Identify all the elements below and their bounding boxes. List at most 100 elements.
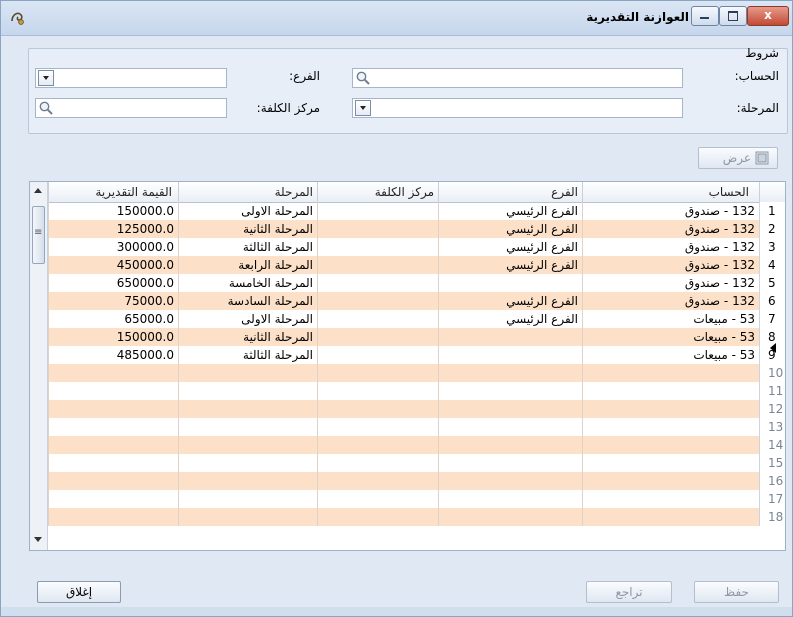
cell-stage[interactable]: المرحلة الاولى <box>178 202 317 220</box>
row-number[interactable]: 1 <box>759 202 785 220</box>
col-header-account[interactable]: الحساب <box>582 182 759 202</box>
cell-branch[interactable] <box>438 508 582 526</box>
cell-branch[interactable]: الفرع الرئيسي <box>438 310 582 328</box>
cell-costcenter[interactable] <box>317 292 438 310</box>
row-number[interactable]: 16 <box>759 472 785 490</box>
empty-table-row[interactable]: 13 <box>48 418 785 436</box>
close-window-button[interactable]: x <box>747 6 789 26</box>
cell-value[interactable]: 150000.0 <box>48 328 178 346</box>
cell-costcenter[interactable] <box>317 310 438 328</box>
cell-stage[interactable]: المرحلة الثانية <box>178 328 317 346</box>
cell-branch[interactable] <box>438 382 582 400</box>
cell-account[interactable] <box>582 400 759 418</box>
row-number[interactable]: 10 <box>759 364 785 382</box>
cell-value[interactable]: 75000.0 <box>48 292 178 310</box>
cell-account[interactable]: 132 - صندوق <box>582 220 759 238</box>
row-number[interactable]: 7 <box>759 310 785 328</box>
row-number[interactable]: 11 <box>759 382 785 400</box>
cell-costcenter[interactable] <box>317 346 438 364</box>
cell-value[interactable]: 450000.0 <box>48 256 178 274</box>
cell-stage[interactable] <box>178 490 317 508</box>
cell-branch[interactable] <box>438 454 582 472</box>
col-header-costcenter[interactable]: مركز الكلفة <box>317 182 438 202</box>
row-number[interactable]: 6 <box>759 292 785 310</box>
cell-stage[interactable] <box>178 364 317 382</box>
app-logo-icon[interactable] <box>9 9 27 27</box>
cell-account[interactable]: 132 - صندوق <box>582 256 759 274</box>
cell-value[interactable] <box>48 490 178 508</box>
cell-branch[interactable] <box>438 436 582 454</box>
cell-costcenter[interactable] <box>317 436 438 454</box>
table-row[interactable]: 450000.0 المرحلة الرابعة الفرع الرئيسي 132 … <box>48 256 785 274</box>
cell-stage[interactable]: المرحلة الرابعة <box>178 256 317 274</box>
cell-account[interactable] <box>582 508 759 526</box>
cell-stage[interactable]: المرحلة الخامسة <box>178 274 317 292</box>
cell-branch[interactable]: الفرع الرئيسي <box>438 292 582 310</box>
cell-account[interactable] <box>582 364 759 382</box>
empty-table-row[interactable]: 10 <box>48 364 785 382</box>
costcenter-field[interactable] <box>35 98 227 118</box>
cell-branch[interactable] <box>438 400 582 418</box>
account-search-icon[interactable] <box>355 70 371 86</box>
cell-value[interactable] <box>48 364 178 382</box>
empty-table-row[interactable]: 14 <box>48 436 785 454</box>
cell-account[interactable]: 53 - مبيعات <box>582 328 759 346</box>
cell-costcenter[interactable] <box>317 256 438 274</box>
cell-value[interactable]: 125000.0 <box>48 220 178 238</box>
cell-branch[interactable]: الفرع الرئيسي <box>438 256 582 274</box>
row-number[interactable]: 18 <box>759 508 785 526</box>
col-header-value[interactable]: القيمة التقديرية <box>48 182 178 202</box>
row-number[interactable]: 4 <box>759 256 785 274</box>
cell-account[interactable] <box>582 454 759 472</box>
cell-costcenter[interactable] <box>317 382 438 400</box>
row-number[interactable]: 14 <box>759 436 785 454</box>
cell-value[interactable] <box>48 508 178 526</box>
cell-costcenter[interactable] <box>317 454 438 472</box>
table-row[interactable]: 125000.0 المرحلة الثانية الفرع الرئيسي 132 … <box>48 220 785 238</box>
stage-dropdown-arrow-icon[interactable] <box>355 100 371 116</box>
scroll-thumb[interactable] <box>32 206 45 264</box>
table-row[interactable]: 75000.0 المرحلة السادسة الفرع الرئيسي 132 -… <box>48 292 785 310</box>
cell-stage[interactable]: المرحلة السادسة <box>178 292 317 310</box>
cell-stage[interactable] <box>178 400 317 418</box>
cell-costcenter[interactable] <box>317 418 438 436</box>
cell-branch[interactable] <box>438 364 582 382</box>
cell-costcenter[interactable] <box>317 328 438 346</box>
cell-branch[interactable]: الفرع الرئيسي <box>438 238 582 256</box>
cell-branch[interactable] <box>438 274 582 292</box>
empty-table-row[interactable]: 17 <box>48 490 785 508</box>
empty-table-row[interactable]: 15 <box>48 454 785 472</box>
cell-stage[interactable]: المرحلة الاولى <box>178 310 317 328</box>
cell-branch[interactable] <box>438 328 582 346</box>
branch-dropdown[interactable] <box>35 68 227 88</box>
cell-branch[interactable] <box>438 472 582 490</box>
cell-branch[interactable] <box>438 490 582 508</box>
view-button[interactable]: عرض <box>698 147 778 169</box>
stage-dropdown[interactable] <box>352 98 683 118</box>
scroll-up-icon[interactable] <box>34 188 42 193</box>
cell-stage[interactable] <box>178 508 317 526</box>
cell-value[interactable]: 650000.0 <box>48 274 178 292</box>
row-number[interactable]: 2 <box>759 220 785 238</box>
row-number[interactable]: 13 <box>759 418 785 436</box>
cell-branch[interactable] <box>438 418 582 436</box>
cell-costcenter[interactable] <box>317 220 438 238</box>
cell-account[interactable]: 132 - صندوق <box>582 238 759 256</box>
row-number[interactable]: 17 <box>759 490 785 508</box>
cell-costcenter[interactable] <box>317 202 438 220</box>
cell-account[interactable] <box>582 382 759 400</box>
cell-costcenter[interactable] <box>317 472 438 490</box>
branch-dropdown-arrow-icon[interactable] <box>38 70 54 86</box>
save-button[interactable]: حفظ <box>694 581 779 603</box>
undo-button[interactable]: تراجع <box>586 581 672 603</box>
cell-stage[interactable] <box>178 472 317 490</box>
cell-value[interactable]: 485000.0 <box>48 346 178 364</box>
table-row[interactable]: 65000.0 المرحلة الاولى الفرع الرئيسي 53 - م… <box>48 310 785 328</box>
cell-value[interactable]: 150000.0 <box>48 202 178 220</box>
costcenter-search-icon[interactable] <box>38 100 54 116</box>
empty-table-row[interactable]: 16 <box>48 472 785 490</box>
col-header-branch[interactable]: الفرع <box>438 182 582 202</box>
table-row[interactable]: 150000.0 المرحلة الثانية 53 - مبيعات 8 <box>48 328 785 346</box>
cell-value[interactable] <box>48 436 178 454</box>
cell-stage[interactable]: المرحلة الثالثة <box>178 238 317 256</box>
